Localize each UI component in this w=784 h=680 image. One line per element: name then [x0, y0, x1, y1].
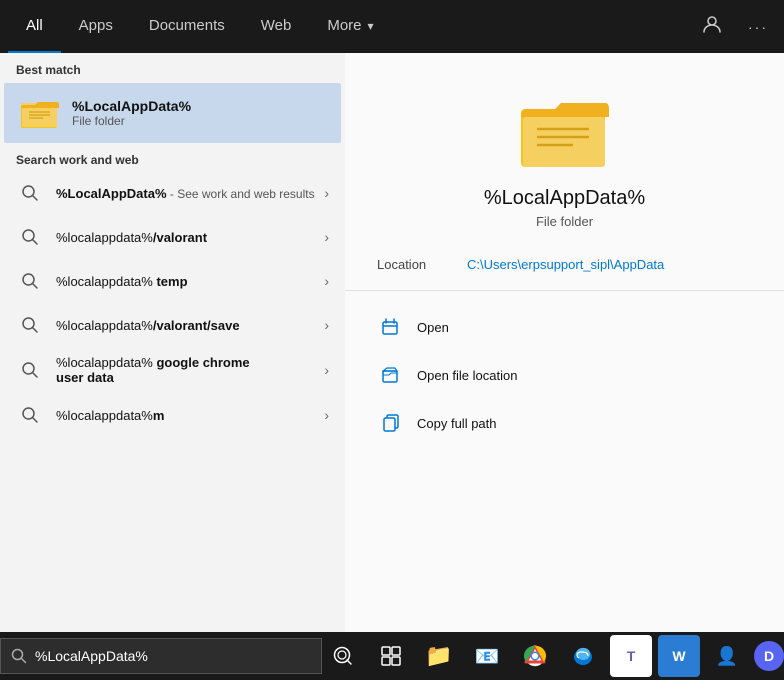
outlook-button[interactable]: 📧 — [466, 635, 508, 677]
chevron-right-icon: › — [324, 273, 329, 289]
list-item[interactable]: %localappdata% google chromeuser data › — [0, 347, 345, 393]
top-navigation: All Apps Documents Web More ··· — [0, 0, 784, 53]
open-file-location-icon — [377, 361, 405, 389]
list-item-text: %localappdata% temp — [56, 274, 324, 289]
copy-full-path-label: Copy full path — [417, 416, 497, 431]
list-item[interactable]: %localappdata% temp › — [0, 259, 345, 303]
folder-icon — [20, 93, 60, 133]
list-item-text: %localappdata%m — [56, 408, 324, 423]
task-view-button[interactable] — [370, 635, 412, 677]
best-match-label: Best match — [0, 53, 345, 83]
best-match-item[interactable]: %LocalAppData% File folder — [4, 83, 341, 143]
taskbar-search-button[interactable] — [322, 635, 364, 677]
search-icon — [16, 223, 44, 251]
list-item[interactable]: %localappdata%/valorant/save › — [0, 303, 345, 347]
tab-apps[interactable]: Apps — [61, 0, 131, 53]
open-icon — [377, 313, 405, 341]
taskbar-search-icon — [11, 648, 27, 664]
more-options-button[interactable]: ··· — [740, 15, 776, 39]
result-title: %LocalAppData% — [484, 187, 645, 210]
open-file-location-action[interactable]: Open file location — [345, 351, 784, 399]
edge-button[interactable] — [562, 635, 604, 677]
left-panel: Best match %LocalAppData% — [0, 53, 345, 632]
open-file-location-label: Open file location — [417, 368, 517, 383]
chevron-right-icon: › — [324, 185, 329, 201]
chevron-right-icon: › — [324, 407, 329, 423]
chevron-right-icon: › — [324, 317, 329, 333]
result-subtitle: File folder — [536, 214, 593, 229]
tab-all[interactable]: All — [8, 0, 61, 53]
list-item[interactable]: %LocalAppData% - See work and web result… — [0, 171, 345, 215]
list-item-text: %localappdata%/valorant/save — [56, 318, 324, 333]
discord-button[interactable]: D — [754, 641, 784, 671]
best-match-title: %LocalAppData% — [72, 98, 191, 114]
copy-full-path-action[interactable]: Copy full path — [345, 399, 784, 447]
location-label: Location — [377, 257, 467, 272]
search-icon — [16, 356, 44, 384]
location-row: Location C:\Users\erpsupport_sipl\AppDat… — [345, 257, 784, 291]
user-icon-button[interactable] — [694, 10, 730, 43]
search-icon — [16, 267, 44, 295]
nav-icons: ··· — [694, 10, 776, 43]
result-folder-icon — [520, 93, 610, 173]
main-container: Best match %LocalAppData% — [0, 53, 784, 632]
list-item-text: %LocalAppData% - See work and web result… — [56, 186, 324, 201]
list-item-text: %localappdata%/valorant — [56, 230, 324, 245]
taskbar-search-input[interactable] — [35, 648, 311, 664]
tab-more[interactable]: More — [309, 0, 391, 53]
taskbar-icons: 📁 📧 T W 👤 — [322, 635, 784, 677]
unknown-icon-1[interactable]: 👤 — [706, 635, 748, 677]
word-button[interactable]: W — [658, 635, 700, 677]
location-path-link[interactable]: C:\Users\erpsupport_sipl\AppData — [467, 257, 664, 272]
open-action[interactable]: Open — [345, 303, 784, 351]
best-match-subtitle: File folder — [72, 114, 191, 128]
search-icon — [16, 179, 44, 207]
list-item-text: %localappdata% google chromeuser data — [56, 355, 324, 385]
best-match-text: %LocalAppData% File folder — [72, 98, 191, 128]
taskbar-search[interactable] — [0, 638, 322, 674]
search-icon — [16, 401, 44, 429]
tab-documents[interactable]: Documents — [131, 0, 243, 53]
chevron-right-icon: › — [324, 229, 329, 245]
chevron-right-icon: › — [324, 362, 329, 378]
open-label: Open — [417, 320, 449, 335]
list-item[interactable]: %localappdata%m › — [0, 393, 345, 437]
teams-button[interactable]: T — [610, 635, 652, 677]
tab-web[interactable]: Web — [243, 0, 310, 53]
copy-full-path-icon — [377, 409, 405, 437]
chevron-down-icon — [366, 17, 374, 34]
list-item[interactable]: %localappdata%/valorant › — [0, 215, 345, 259]
chrome-button[interactable] — [514, 635, 556, 677]
search-web-label: Search work and web — [0, 143, 345, 171]
right-panel: %LocalAppData% File folder Location C:\U… — [345, 53, 784, 632]
taskbar: 📁 📧 T W 👤 — [0, 632, 784, 680]
file-explorer-button[interactable]: 📁 — [418, 635, 460, 677]
search-icon — [16, 311, 44, 339]
